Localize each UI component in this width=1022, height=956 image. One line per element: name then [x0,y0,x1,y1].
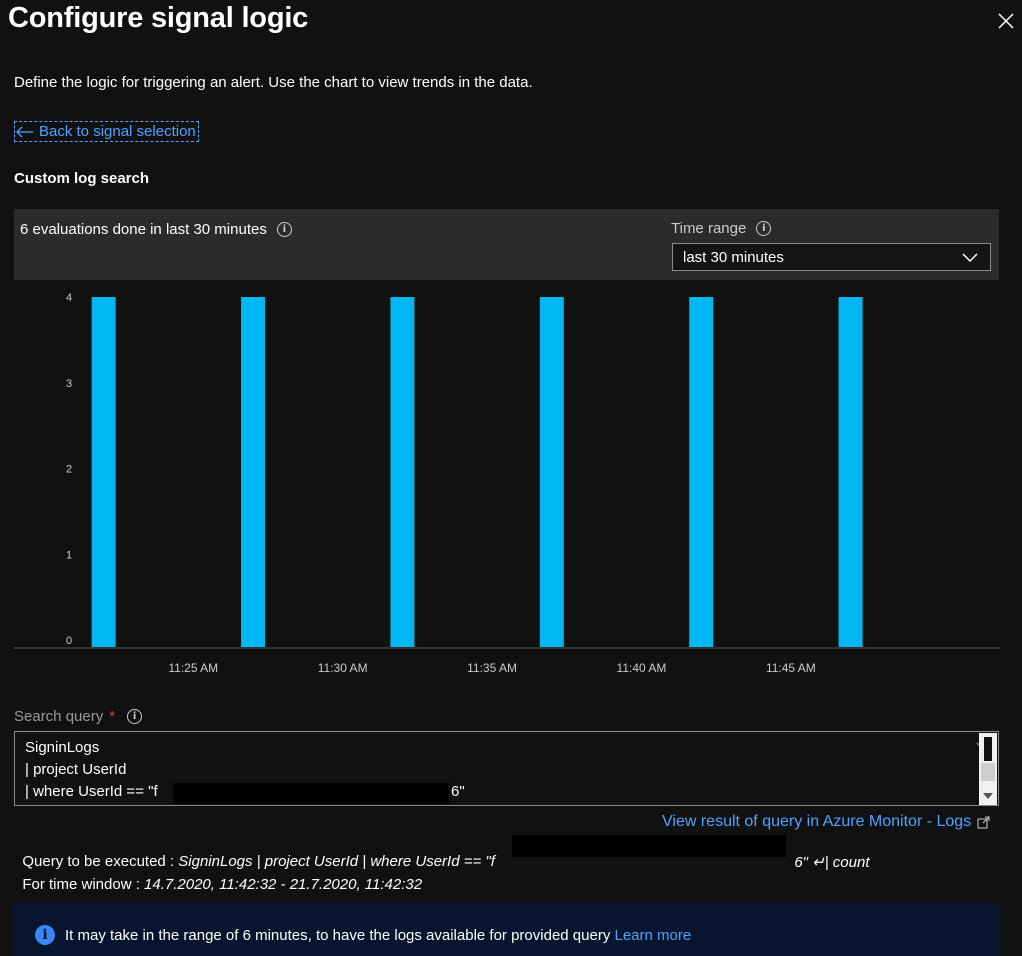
time-window-value: 14.7.2020, 11:42:32 - 21.7.2020, 11:42:3… [144,876,423,893]
x-tick-label: 11:25 AM [168,661,218,675]
search-query-label-text: Search query [14,708,104,725]
y-tick-label: 3 [66,378,72,390]
view-query-result-label: View result of query in Azure Monitor - … [662,813,972,830]
query-exec-end-wrap: 6" ↵| count [786,836,870,871]
evaluation-header: 6 evaluations done in last 30 minutes i … [14,209,999,280]
page-description: Define the logic for triggering an alert… [14,74,533,91]
search-query-label: Search query * i [14,708,143,725]
info-icon[interactable]: i [756,221,772,236]
evaluation-chart: 0 1 2 3 4 11:25 AM 11:30 AM 11:35 AM 11:40 AM 11:… [14,292,1000,675]
info-icon[interactable]: i [127,709,143,724]
section-title: Custom log search [14,170,150,187]
x-tick-label: 11:45 AM [766,661,816,675]
time-range-label: Time range i [671,220,772,237]
info-message-text: It may take in the range of 6 minutes, t… [65,927,611,944]
query-line-1: SigninLogs [25,739,100,756]
arrow-left-icon [16,126,33,137]
evaluations-summary: 6 evaluations done in last 30 minutes i [20,221,292,238]
info-icon[interactable]: i [276,222,292,237]
chart-bar [539,297,564,647]
info-filled-icon: i [35,925,55,945]
time-range-label-text: Time range [671,220,747,237]
redacted-block [173,783,449,804]
info-message: It may take in the range of 6 minutes, t… [65,927,691,944]
search-query-input[interactable]: SigninLogs | project UserId | where User… [14,731,999,806]
time-window: For time window : 14.7.2020, 11:42:32 - … [14,859,422,893]
time-range-dropdown[interactable]: last 30 minutes [672,243,991,271]
chevron-down-icon [962,253,978,263]
query-line-2: | project UserId [25,761,127,778]
scrollbar-thumb[interactable] [981,763,995,781]
query-scrollbar[interactable] [979,733,997,805]
scroll-down-icon[interactable] [983,793,993,799]
chart-bar [390,297,415,647]
query-line-3-end: 6" [451,783,465,800]
x-tick-label: 11:40 AM [617,661,667,675]
evaluations-text: 6 evaluations done in last 30 minutes [20,221,267,238]
y-tick-label: 2 [66,464,72,476]
close-icon [998,13,1014,29]
chart-bar [689,297,714,647]
info-message-bar: i It may take in the range of 6 minutes,… [14,903,999,956]
page-title: Configure signal logic [8,2,309,34]
scrollbar-caret [984,737,992,761]
chart-bar [91,297,116,647]
x-tick-label: 11:35 AM [467,661,517,675]
chart-bar [241,297,266,647]
query-exec-end: 6" ↵| count [794,854,870,871]
time-window-prefix: For time window : [22,876,145,893]
learn-more-link[interactable]: Learn more [615,927,692,944]
time-range-value: last 30 minutes [683,249,784,266]
query-line-3: | where UserId == "f [25,783,158,800]
chart-bar [838,297,863,647]
y-tick-label: 4 [66,292,72,304]
close-button[interactable] [996,11,1016,31]
required-mark: * [109,708,116,725]
x-tick-label: 11:30 AM [318,661,368,675]
back-link-label: Back to signal selection [39,123,196,140]
y-tick-label: 0 [66,635,72,647]
external-link-icon [977,816,990,828]
back-to-signal-selection-link[interactable]: Back to signal selection [14,121,199,142]
view-query-result-link[interactable]: View result of query in Azure Monitor - … [662,813,990,831]
y-tick-label: 1 [66,549,72,561]
redacted-block [512,835,786,857]
